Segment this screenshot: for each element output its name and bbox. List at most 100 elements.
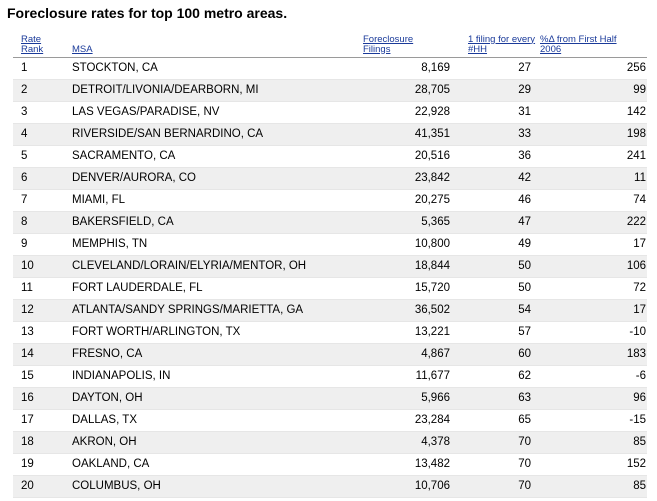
pct-change-cell: -10	[540, 321, 647, 344]
filings-cell: 23,842	[363, 167, 450, 190]
table-row: 14 FRESNO, CA 4,867 60 183	[13, 343, 647, 366]
msa-cell: DETROIT/LIVONIA/DEARBORN, MI	[63, 79, 363, 102]
per-hh-cell: 70	[450, 453, 540, 476]
filings-cell: 5,365	[363, 211, 450, 234]
msa-cell: ATLANTA/SANDY SPRINGS/MARIETTA, GA	[63, 299, 363, 322]
rank-cell: 3	[13, 101, 63, 124]
pct-change-cell: 152	[540, 453, 647, 476]
pct-change-cell: 256	[540, 57, 647, 80]
per-hh-cell: 27	[450, 57, 540, 80]
pct-change-cell: 106	[540, 255, 647, 278]
msa-cell: SACRAMENTO, CA	[63, 145, 363, 168]
msa-cell: FRESNO, CA	[63, 343, 363, 366]
filings-cell: 22,928	[363, 101, 450, 124]
pct-change-cell: 17	[540, 233, 647, 256]
sort-link-msa[interactable]: MSA	[72, 44, 93, 55]
rank-cell: 15	[13, 365, 63, 388]
rank-cell: 7	[13, 189, 63, 212]
table-row: 5 SACRAMENTO, CA 20,516 36 241	[13, 145, 647, 168]
table-row: 8 BAKERSFIELD, CA 5,365 47 222	[13, 211, 647, 234]
msa-cell: LAS VEGAS/PARADISE, NV	[63, 101, 363, 124]
rank-cell: 2	[13, 79, 63, 102]
filings-cell: 10,706	[363, 475, 450, 498]
header-cell-per-hh: 1 filing for every #HH	[450, 29, 540, 57]
table-row: 6 DENVER/AURORA, CO 23,842 42 11	[13, 167, 647, 190]
sort-link-per-hh[interactable]: 1 filing for every #HH	[468, 34, 535, 55]
rank-cell: 4	[13, 123, 63, 146]
table-row: 1 STOCKTON, CA 8,169 27 256	[13, 57, 647, 80]
page-title: Foreclosure rates for top 100 metro area…	[7, 5, 288, 21]
rank-cell: 18	[13, 431, 63, 454]
sort-link-pct-change[interactable]: %Δ from First Half 2006	[540, 34, 617, 55]
msa-cell: DALLAS, TX	[63, 409, 363, 432]
rank-cell: 9	[13, 233, 63, 256]
pct-change-cell: 96	[540, 387, 647, 410]
per-hh-cell: 42	[450, 167, 540, 190]
msa-cell: FORT LAUDERDALE, FL	[63, 277, 363, 300]
msa-cell: CLEVELAND/LORAIN/ELYRIA/MENTOR, OH	[63, 255, 363, 278]
per-hh-cell: 49	[450, 233, 540, 256]
filings-cell: 41,351	[363, 123, 450, 146]
rank-cell: 17	[13, 409, 63, 432]
pct-change-cell: 142	[540, 101, 647, 124]
rank-cell: 13	[13, 321, 63, 344]
per-hh-cell: 62	[450, 365, 540, 388]
table-row: 9 MEMPHIS, TN 10,800 49 17	[13, 233, 647, 256]
pct-change-cell: 85	[540, 475, 647, 498]
sort-link-rank[interactable]: Rate Rank	[21, 34, 43, 55]
filings-cell: 13,221	[363, 321, 450, 344]
per-hh-cell: 50	[450, 277, 540, 300]
filings-cell: 8,169	[363, 57, 450, 80]
msa-cell: COLUMBUS, OH	[63, 475, 363, 498]
rank-cell: 1	[13, 57, 63, 80]
per-hh-cell: 50	[450, 255, 540, 278]
per-hh-cell: 46	[450, 189, 540, 212]
rank-cell: 10	[13, 255, 63, 278]
rank-cell: 5	[13, 145, 63, 168]
msa-cell: STOCKTON, CA	[63, 57, 363, 80]
filings-cell: 20,516	[363, 145, 450, 168]
table-row: 20 COLUMBUS, OH 10,706 70 85	[13, 475, 647, 498]
rank-cell: 12	[13, 299, 63, 322]
table-header-row: Rate Rank MSA Foreclosure Filings 1 fili…	[13, 29, 647, 57]
table-row: 15 INDIANAPOLIS, IN 11,677 62 -6	[13, 365, 647, 388]
msa-cell: MEMPHIS, TN	[63, 233, 363, 256]
per-hh-cell: 36	[450, 145, 540, 168]
header-cell-filings: Foreclosure Filings	[363, 29, 450, 57]
table-row: 16 DAYTON, OH 5,966 63 96	[13, 387, 647, 410]
filings-cell: 20,275	[363, 189, 450, 212]
header-cell-rank: Rate Rank	[13, 29, 63, 57]
per-hh-cell: 33	[450, 123, 540, 146]
filings-cell: 36,502	[363, 299, 450, 322]
msa-cell: DAYTON, OH	[63, 387, 363, 410]
per-hh-cell: 70	[450, 431, 540, 454]
table-row: 19 OAKLAND, CA 13,482 70 152	[13, 453, 647, 476]
pct-change-cell: 17	[540, 299, 647, 322]
per-hh-cell: 31	[450, 101, 540, 124]
filings-cell: 23,284	[363, 409, 450, 432]
filings-cell: 5,966	[363, 387, 450, 410]
pct-change-cell: -15	[540, 409, 647, 432]
filings-cell: 4,378	[363, 431, 450, 454]
table-row: 7 MIAMI, FL 20,275 46 74	[13, 189, 647, 212]
header-cell-pct-change: %Δ from First Half 2006	[540, 29, 647, 57]
msa-cell: INDIANAPOLIS, IN	[63, 365, 363, 388]
per-hh-cell: 47	[450, 211, 540, 234]
table-row: 4 RIVERSIDE/SAN BERNARDINO, CA 41,351 33 198	[13, 123, 647, 146]
msa-cell: MIAMI, FL	[63, 189, 363, 212]
pct-change-cell: 85	[540, 431, 647, 454]
table-row: 2 DETROIT/LIVONIA/DEARBORN, MI 28,705 29 99	[13, 79, 647, 102]
msa-cell: DENVER/AURORA, CO	[63, 167, 363, 190]
pct-change-cell: 222	[540, 211, 647, 234]
pct-change-cell: 198	[540, 123, 647, 146]
rank-cell: 20	[13, 475, 63, 498]
table-body: 1 STOCKTON, CA 8,169 27 256 2 DETROIT/LIVONIA/…	[13, 57, 647, 498]
msa-cell: RIVERSIDE/SAN BERNARDINO, CA	[63, 123, 363, 146]
sort-link-filings[interactable]: Foreclosure Filings	[363, 34, 413, 55]
filings-cell: 10,800	[363, 233, 450, 256]
table-row: 11 FORT LAUDERDALE, FL 15,720 50 72	[13, 277, 647, 300]
pct-change-cell: 74	[540, 189, 647, 212]
pct-change-cell: 241	[540, 145, 647, 168]
rank-cell: 11	[13, 277, 63, 300]
rank-cell: 16	[13, 387, 63, 410]
